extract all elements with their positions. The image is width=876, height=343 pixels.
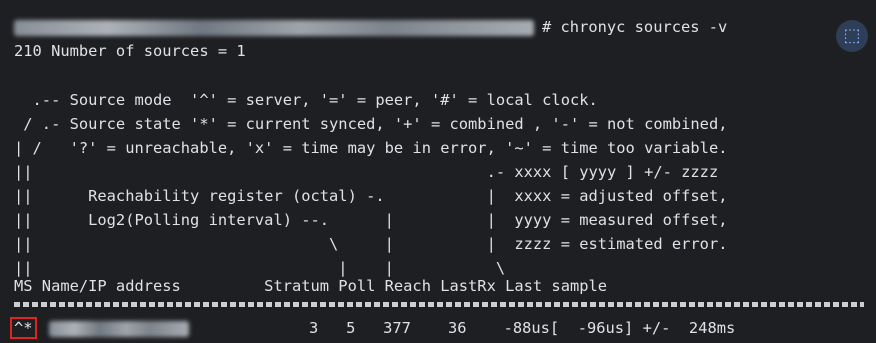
legend-line-5: || Reachability register (octal) -. | xx… [14, 187, 728, 205]
legend-line-3: | / '?' = unreachable, 'x' = time may be… [14, 139, 728, 157]
source-mode-state-highlight: ^* [10, 317, 37, 339]
legend-line-4: || .- xxxx [ yyyy ] +/- zzzz [14, 163, 719, 181]
table-header: MS Name/IP address Stratum Poll Reach La… [14, 277, 608, 295]
legend-line-6: || Log2(Polling interval) --. | | yyyy =… [14, 211, 728, 229]
table-row: ^* 3 5 377 36 -88us[ -96us] +/- 248ms [10, 317, 736, 339]
source-mode-state: ^* [14, 319, 33, 337]
legend-line-1: .-- Source mode '^' = server, '=' = peer… [14, 91, 598, 109]
command-text: # chronyc sources -v [542, 18, 728, 36]
command-line: # chronyc sources -v [14, 16, 727, 38]
legend-line-2: / .- Source state '*' = current synced, … [14, 115, 728, 133]
terminal-window[interactable]: # chronyc sources -v 210 Number of sourc… [0, 0, 876, 343]
redacted-prompt [14, 19, 534, 36]
source-stats: 3 5 377 36 -88us[ -96us] +/- 248ms [188, 319, 736, 337]
table-separator [14, 302, 864, 307]
redacted-source-address [48, 320, 189, 337]
screenshot-capture-icon[interactable]: ⬚ [836, 20, 868, 52]
legend-line-7: || \ | | zzzz = estimated error. [14, 235, 728, 253]
sources-summary: 210 Number of sources = 1 [14, 42, 246, 60]
